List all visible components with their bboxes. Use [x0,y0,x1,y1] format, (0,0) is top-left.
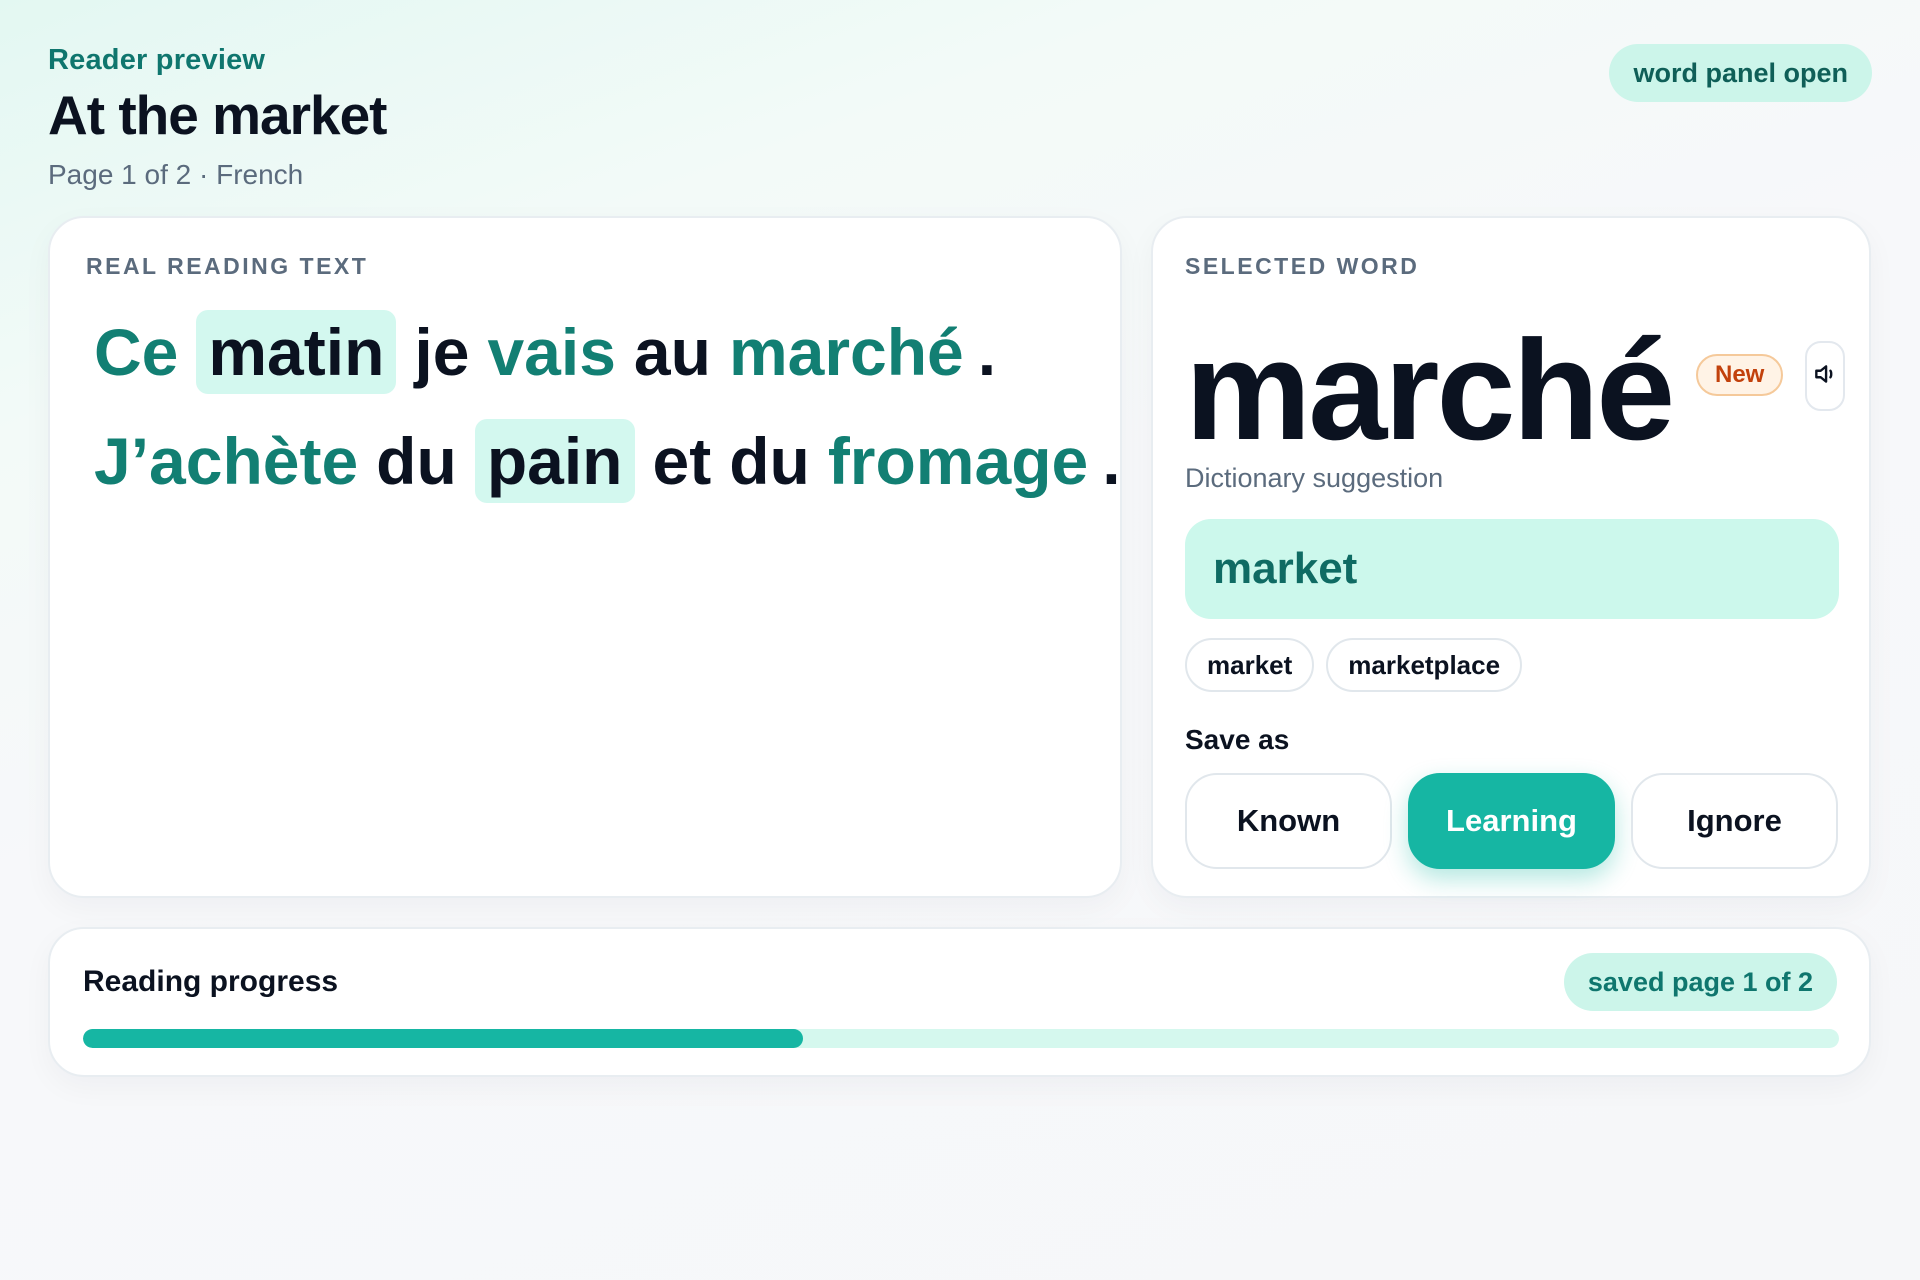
speaker-icon [1812,361,1838,392]
page-subtitle: Page 1 of 2 · French [48,159,304,190]
translation-chip[interactable]: marketplace [1326,638,1523,692]
progress-card: Reading progress saved page 1 of 2 [48,927,1871,1077]
reading-word[interactable]: matin [196,310,397,394]
reading-word[interactable]: et [653,417,712,505]
progress-fill [83,1029,803,1048]
save-as-label: Save as [1185,724,1290,755]
reading-card: REAL READING TEXT Ce matin je vais au marché.… [48,216,1122,898]
reading-line: Ce matin je vais au marché. [94,308,996,396]
known-button[interactable]: Known [1185,773,1392,869]
alternative-translations: market marketplace [1185,638,1523,692]
status-badge: word panel open [1609,44,1872,102]
save-as-options: Known Learning Ignore [1185,773,1838,869]
reading-word[interactable]: du [376,417,457,505]
eyebrow-label: Reader preview [48,44,266,76]
learning-button[interactable]: Learning [1408,773,1615,869]
reading-word[interactable]: du [729,417,810,505]
reading-line: J’achète du pain et du fromage. [94,417,1121,505]
dictionary-suggestion-label: Dictionary suggestion [1185,463,1444,493]
punctuation: . [1102,424,1121,498]
progress-title: Reading progress [83,965,339,998]
speaker-button[interactable] [1805,341,1845,411]
reading-word[interactable]: vais [487,308,615,396]
reading-word[interactable]: je [414,308,469,396]
selected-word: marché [1185,311,1675,470]
reading-word[interactable]: J’achète [94,417,358,505]
word-panel: SELECTED WORD marché New Dictionary sugg… [1151,216,1871,898]
translation-chip[interactable]: market [1185,638,1315,692]
word-section-label: SELECTED WORD [1185,253,1420,279]
reading-word[interactable]: pain [474,419,635,503]
punctuation: . [977,315,997,389]
progress-track [83,1029,1839,1048]
reading-word[interactable]: Ce [94,308,178,396]
page-header: Reader preview At the market Page 1 of 2… [48,44,387,191]
reading-word[interactable]: fromage [828,417,1088,505]
page-title: At the market [48,84,387,146]
saved-page-badge: saved page 1 of 2 [1563,953,1837,1011]
translation-suggestion[interactable]: market [1185,519,1839,619]
reading-word[interactable]: au [634,308,711,396]
new-badge: New [1696,354,1784,396]
reading-word[interactable]: marché [729,308,964,396]
ignore-button[interactable]: Ignore [1631,773,1838,869]
reading-section-label: REAL READING TEXT [86,253,369,279]
